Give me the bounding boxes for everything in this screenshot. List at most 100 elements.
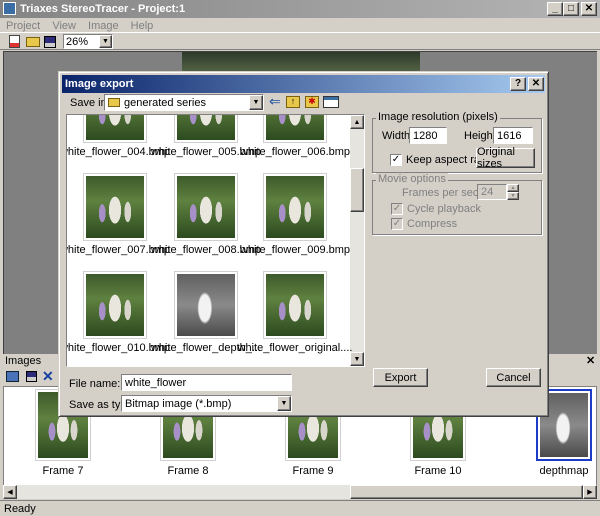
window-title: Triaxes StereoTracer - Project:1 bbox=[20, 3, 186, 15]
fps-value: 24 bbox=[481, 186, 494, 198]
scroll-left-button[interactable]: ◀ bbox=[3, 485, 17, 499]
add-images-icon[interactable] bbox=[6, 371, 19, 382]
save-as-dropdown-button[interactable]: ▼ bbox=[277, 396, 291, 411]
scroll-down-button[interactable]: ▼ bbox=[350, 352, 364, 366]
fps-spin-up[interactable]: ▲ bbox=[507, 184, 519, 192]
scroll-thumb[interactable] bbox=[350, 168, 364, 212]
height-value: 1616 bbox=[497, 130, 522, 142]
file-name-caption: white_flower_original.... bbox=[237, 342, 353, 354]
status-bar: Ready bbox=[0, 500, 600, 516]
export-button[interactable]: Export bbox=[373, 368, 428, 387]
frame-label: depthmap bbox=[539, 465, 589, 477]
flower-image bbox=[86, 274, 144, 336]
file-thumbnail[interactable] bbox=[174, 271, 238, 339]
width-input[interactable]: 1280 bbox=[409, 127, 447, 144]
toolbar: 26% ▼ bbox=[0, 32, 600, 50]
flower-image bbox=[86, 115, 144, 140]
save-as-type-value: Bitmap image (*.bmp) bbox=[125, 398, 232, 410]
save-disk-icon[interactable] bbox=[26, 371, 37, 382]
file-thumbnail[interactable] bbox=[83, 271, 147, 339]
dialog-close-button[interactable]: ✕ bbox=[528, 77, 544, 91]
new-project-icon[interactable] bbox=[9, 35, 20, 48]
file-thumbnail[interactable] bbox=[263, 115, 327, 143]
flower-image bbox=[177, 115, 235, 140]
file-name-label: File name: bbox=[69, 378, 121, 390]
delete-icon[interactable]: ✕ bbox=[42, 368, 54, 385]
keep-aspect-checkbox[interactable]: ✓ bbox=[390, 154, 402, 166]
save-in-dropdown-button[interactable]: ▼ bbox=[249, 95, 263, 110]
menu-help[interactable]: Help bbox=[131, 20, 154, 32]
dialog-title: Image export bbox=[65, 78, 134, 90]
fps-input[interactable]: 24 bbox=[477, 184, 507, 200]
cycle-playback-label: Cycle playback bbox=[407, 203, 481, 215]
file-name-input[interactable]: white_flower bbox=[121, 374, 292, 391]
file-thumbnail[interactable] bbox=[263, 173, 327, 241]
frame-label: Frame 8 bbox=[167, 465, 209, 477]
original-sizes-button[interactable]: Original sizes bbox=[476, 146, 535, 170]
scroll-thumb[interactable] bbox=[350, 485, 583, 499]
flower-image bbox=[266, 115, 324, 140]
file-thumbnail[interactable] bbox=[174, 173, 238, 241]
app-icon bbox=[3, 2, 16, 15]
frames-horizontal-scrollbar[interactable]: ◀ ▶ bbox=[3, 485, 597, 499]
movie-options-label: Movie options bbox=[376, 173, 448, 185]
menu-image[interactable]: Image bbox=[88, 20, 119, 32]
flower-image bbox=[86, 176, 144, 238]
file-list[interactable]: ▲ ▼ white_flower_004.bmp white_flower_005… bbox=[66, 114, 365, 367]
close-button[interactable]: ✕ bbox=[581, 2, 597, 16]
back-arrow-icon[interactable]: ⇐ bbox=[269, 93, 281, 110]
width-value: 1280 bbox=[413, 130, 438, 142]
menu-view[interactable]: View bbox=[52, 20, 76, 32]
help-button[interactable]: ? bbox=[510, 77, 526, 91]
flower-image bbox=[177, 176, 235, 238]
images-panel-title: Images bbox=[5, 355, 42, 367]
depthmap-image bbox=[177, 274, 235, 336]
compress-checkbox[interactable]: ✓ bbox=[391, 218, 403, 230]
save-as-type-select[interactable]: Bitmap image (*.bmp) ▼ bbox=[121, 395, 292, 412]
file-thumbnail[interactable] bbox=[174, 115, 238, 143]
save-disk-icon[interactable] bbox=[44, 36, 56, 48]
fps-spin-down[interactable]: ▼ bbox=[507, 192, 519, 200]
scroll-right-button[interactable]: ▶ bbox=[583, 485, 597, 499]
original-sizes-label: Original sizes bbox=[477, 146, 515, 170]
up-folder-icon[interactable]: ↑ bbox=[286, 96, 300, 108]
width-label: Width bbox=[382, 130, 411, 142]
chevron-down-icon: ▼ bbox=[102, 38, 109, 45]
zoom-select[interactable]: 26% ▼ bbox=[63, 34, 113, 49]
minimize-button[interactable]: _ bbox=[547, 2, 563, 16]
cycle-playback-checkbox[interactable]: ✓ bbox=[391, 203, 403, 215]
dialog-title-bar: Image export ? ✕ bbox=[62, 75, 545, 93]
flower-image bbox=[266, 176, 324, 238]
file-thumbnail[interactable] bbox=[263, 271, 327, 339]
cancel-button[interactable]: Cancel bbox=[486, 368, 541, 387]
cancel-label: Cancel bbox=[496, 371, 531, 384]
open-folder-icon[interactable] bbox=[26, 37, 40, 47]
frame-label: Frame 10 bbox=[414, 465, 462, 477]
menu-bar: Project View Image Help bbox=[6, 19, 162, 33]
file-list-vertical-scrollbar[interactable]: ▲ ▼ bbox=[350, 115, 364, 366]
menu-project[interactable]: Project bbox=[6, 20, 40, 32]
zoom-value: 26% bbox=[66, 36, 89, 48]
file-thumbnail[interactable] bbox=[83, 115, 147, 143]
chevron-down-icon: ▼ bbox=[280, 400, 288, 407]
flower-image bbox=[266, 274, 324, 336]
scroll-up-button[interactable]: ▲ bbox=[350, 115, 364, 129]
height-label: Height bbox=[464, 130, 496, 142]
compress-label: Compress bbox=[407, 218, 458, 230]
close-icon[interactable]: ✕ bbox=[586, 354, 595, 367]
file-name-value: white_flower bbox=[125, 377, 187, 389]
file-name-caption: white_flower_006.bmp bbox=[239, 146, 351, 158]
frame-label: Frame 9 bbox=[292, 465, 334, 477]
height-input[interactable]: 1616 bbox=[493, 127, 533, 144]
file-name-caption: white_flower_009.bmp bbox=[239, 244, 351, 256]
export-label: Export bbox=[384, 371, 417, 384]
zoom-dropdown-button[interactable]: ▼ bbox=[99, 35, 112, 48]
resolution-group-label: Image resolution (pixels) bbox=[376, 111, 500, 123]
maximize-button[interactable]: □ bbox=[563, 2, 579, 16]
file-thumbnail[interactable] bbox=[83, 173, 147, 241]
save-in-select[interactable]: generated series ▼ bbox=[104, 94, 264, 111]
new-folder-icon[interactable]: ✱ bbox=[305, 96, 319, 108]
view-menu-icon[interactable] bbox=[323, 96, 339, 108]
chevron-down-icon: ▼ bbox=[252, 99, 260, 106]
status-text: Ready bbox=[4, 503, 36, 515]
